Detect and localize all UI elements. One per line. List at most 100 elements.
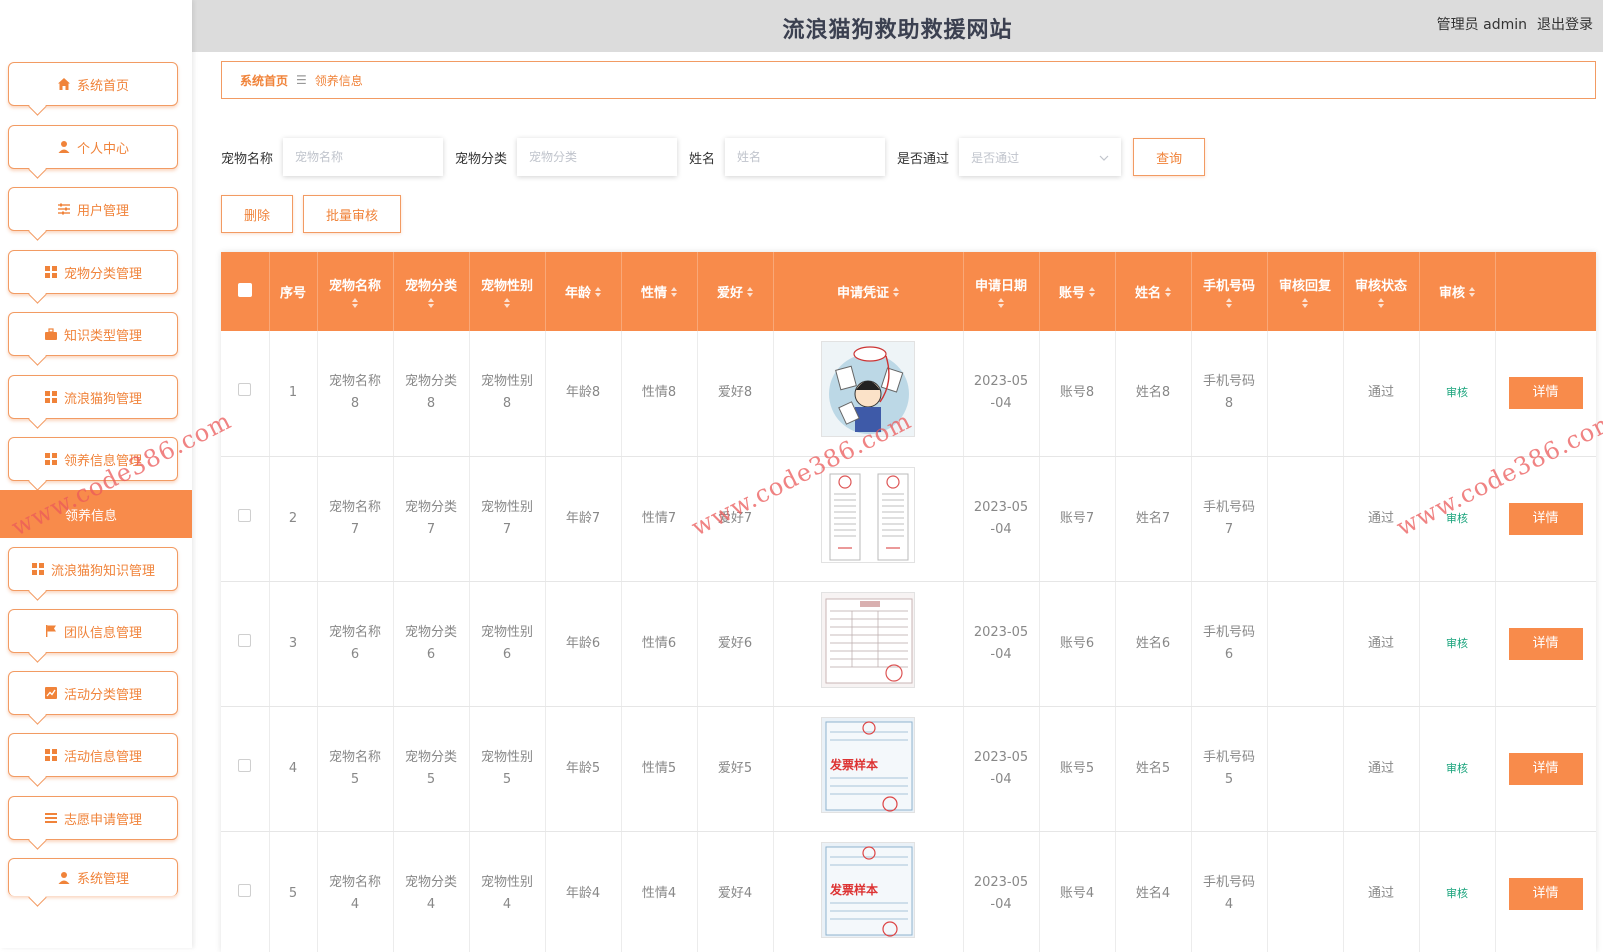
table-cell: 宠物分类 7 — [393, 456, 470, 582]
sidebar-item[interactable]: 领养信息管理 — [8, 437, 178, 481]
table-cell: 手机号码 4 — [1191, 831, 1268, 952]
top-header: 流浪猫狗救助救援网站 管理员 admin 退出登录 — [192, 0, 1603, 52]
sidebar-item[interactable]: 活动分类管理 — [8, 671, 178, 715]
delete-button[interactable]: 删除 — [221, 195, 294, 233]
column-header[interactable]: 爱好 — [697, 252, 774, 331]
cell-text: 手机号码 6 — [1202, 624, 1255, 662]
row-checkbox[interactable] — [238, 883, 252, 897]
row-checkbox[interactable] — [238, 633, 252, 647]
approved-select[interactable]: 是否通过 — [959, 138, 1122, 176]
sidebar-item-label: 活动分类管理 — [63, 687, 142, 703]
sidebar-item[interactable]: 活动信息管理 — [8, 733, 178, 777]
name-input[interactable] — [725, 138, 886, 176]
audit-link[interactable]: 审核 — [1446, 386, 1468, 399]
audit-link[interactable]: 审核 — [1446, 887, 1468, 900]
select-all-header[interactable] — [221, 252, 270, 331]
sort-icon[interactable] — [1226, 298, 1232, 308]
sort-icon[interactable] — [747, 286, 753, 297]
sidebar-item[interactable]: 用户管理 — [8, 187, 178, 231]
detail-button[interactable]: 详情 — [1508, 877, 1583, 910]
column-header[interactable]: 年龄 — [545, 252, 622, 331]
date-cell: 2023-05 -04 — [963, 456, 1040, 582]
sidebar-item[interactable]: 知识类型管理 — [8, 312, 178, 356]
sort-icon[interactable] — [428, 298, 434, 308]
column-header[interactable]: 审核回复 — [1267, 252, 1344, 331]
voucher-image[interactable]: 发票样本 — [821, 716, 915, 813]
sort-icon[interactable] — [671, 286, 677, 297]
detail-button[interactable]: 详情 — [1508, 752, 1583, 785]
action-bar: 删除 批量审核 — [221, 195, 402, 233]
batch-audit-button[interactable]: 批量审核 — [303, 195, 402, 233]
detail-button[interactable]: 详情 — [1508, 627, 1583, 660]
voucher-image[interactable] — [821, 466, 915, 563]
column-header[interactable]: 账号 — [1039, 252, 1116, 331]
voucher-image[interactable]: 发票样本 — [821, 841, 915, 938]
column-header[interactable]: 审核状态 — [1343, 252, 1420, 331]
table-cell: 年龄5 — [545, 706, 622, 832]
column-header[interactable]: 宠物名称 — [317, 252, 394, 331]
sort-icon[interactable] — [893, 286, 899, 297]
sidebar-item-label: 系统管理 — [76, 872, 129, 887]
cell-text: 2023-05 -04 — [973, 374, 1029, 412]
sidebar-item-label: 个人中心 — [76, 141, 129, 157]
sort-icon[interactable] — [1302, 298, 1308, 308]
sort-icon[interactable] — [1469, 286, 1475, 297]
cell-text: 宠物性别 7 — [480, 499, 533, 537]
name-label: 姓名 — [689, 151, 716, 167]
grid-icon — [44, 265, 58, 279]
table-cell — [1267, 581, 1344, 707]
sidebar-item[interactable]: 个人中心 — [8, 125, 178, 169]
row-select-cell[interactable] — [221, 331, 270, 457]
sidebar-item[interactable]: 系统管理 — [8, 858, 178, 896]
sort-icon[interactable] — [1089, 286, 1095, 297]
sort-icon[interactable] — [1378, 298, 1384, 308]
table-cell: 宠物名称 5 — [317, 706, 394, 832]
sidebar-item[interactable]: 宠物分类管理 — [8, 250, 178, 294]
audit-link[interactable]: 审核 — [1446, 637, 1468, 650]
pet-category-input[interactable] — [517, 138, 678, 176]
column-header: 序号 — [269, 252, 318, 331]
column-header[interactable]: 性情 — [621, 252, 698, 331]
column-header[interactable]: 申请凭证 — [773, 252, 964, 331]
column-header[interactable]: 姓名 — [1115, 252, 1192, 331]
select-all-checkbox[interactable] — [237, 282, 252, 297]
user-icon — [57, 871, 71, 885]
sort-icon[interactable] — [595, 286, 601, 297]
table-cell: 通过 — [1343, 456, 1420, 582]
row-select-cell[interactable] — [221, 831, 270, 952]
column-header[interactable]: 手机号码 — [1191, 252, 1268, 331]
sidebar-item[interactable]: 志愿申请管理 — [8, 796, 178, 840]
logout-link[interactable]: 退出登录 — [1537, 14, 1593, 34]
detail-button[interactable]: 详情 — [1508, 377, 1583, 410]
query-button[interactable]: 查询 — [1133, 138, 1206, 176]
sidebar-item[interactable]: 团队信息管理 — [8, 609, 178, 653]
row-checkbox[interactable] — [238, 508, 252, 522]
column-header[interactable]: 宠物分类 — [393, 252, 470, 331]
row-checkbox[interactable] — [238, 758, 252, 772]
table-cell: 爱好4 — [697, 831, 774, 952]
table-cell: 手机号码 5 — [1191, 706, 1268, 832]
voucher-image[interactable] — [821, 591, 915, 688]
row-select-cell[interactable] — [221, 581, 270, 707]
cell-text: 手机号码 4 — [1202, 874, 1255, 912]
sort-icon[interactable] — [504, 298, 510, 308]
voucher-image[interactable] — [821, 341, 915, 438]
row-select-cell[interactable] — [221, 456, 270, 582]
column-header[interactable]: 宠物性别 — [469, 252, 546, 331]
sidebar-item-active[interactable]: 领养信息 — [0, 490, 192, 538]
column-header[interactable]: 审核 — [1419, 252, 1496, 331]
detail-button[interactable]: 详情 — [1508, 502, 1583, 535]
sort-icon[interactable] — [998, 298, 1004, 308]
sort-icon[interactable] — [352, 298, 358, 308]
column-header[interactable]: 申请日期 — [963, 252, 1040, 331]
sidebar-item[interactable]: 流浪猫狗管理 — [8, 375, 178, 419]
sort-icon[interactable] — [1165, 286, 1171, 297]
row-select-cell[interactable] — [221, 706, 270, 832]
sidebar-item[interactable]: 系统首页 — [8, 62, 178, 106]
breadcrumb-home[interactable]: 系统首页 — [240, 72, 288, 89]
row-checkbox[interactable] — [238, 383, 252, 397]
audit-link[interactable]: 审核 — [1446, 762, 1468, 775]
pet-name-input[interactable] — [283, 138, 444, 176]
sidebar-item[interactable]: 流浪猫狗知识管理 — [8, 547, 178, 591]
audit-link[interactable]: 审核 — [1446, 512, 1468, 525]
